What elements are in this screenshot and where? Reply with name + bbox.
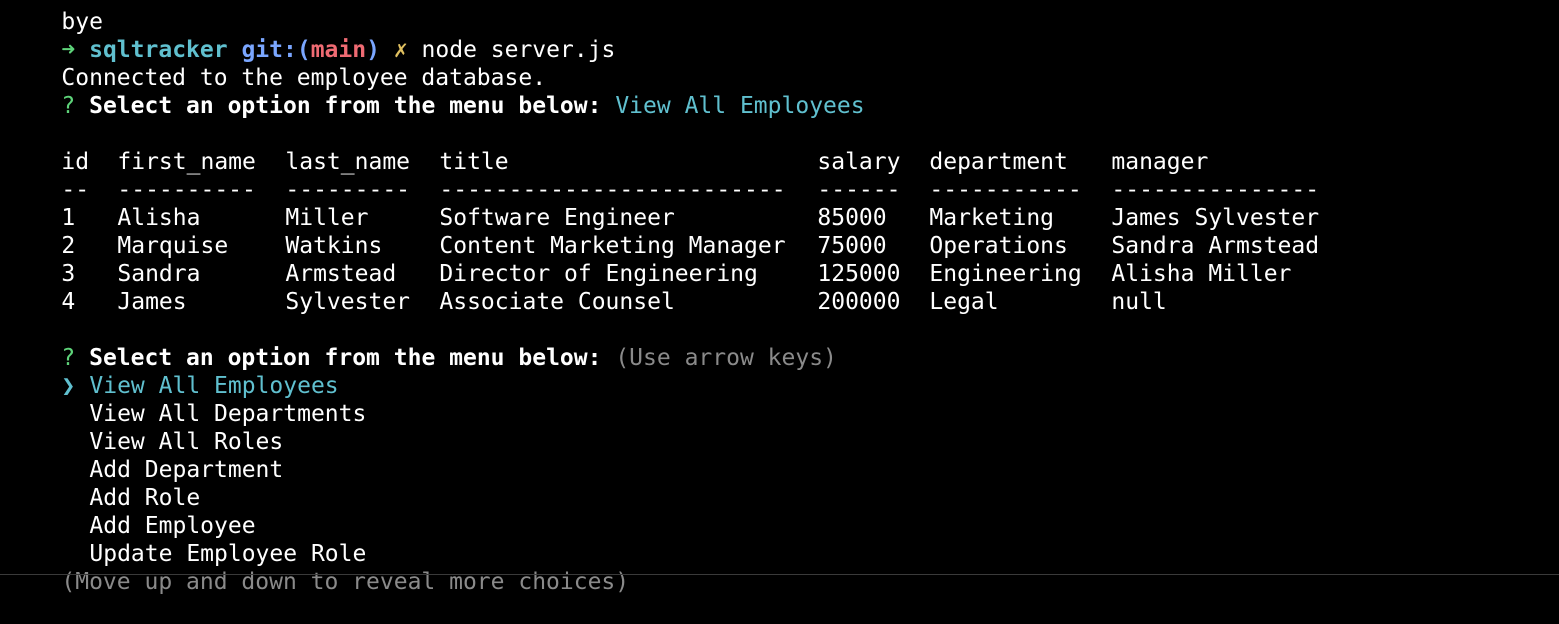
header-id: id bbox=[61, 149, 90, 175]
prompt-arrow-icon: ➜ bbox=[61, 37, 76, 63]
cell-department: Operations bbox=[929, 233, 1068, 259]
selection-pointer-icon: ❯ bbox=[61, 373, 76, 399]
question-text: Select an option from the menu below: bbox=[89, 345, 602, 371]
menu-item-label: Update Employee Role bbox=[89, 541, 367, 567]
prompt-directory: sqltracker bbox=[89, 37, 228, 63]
separator-last-name: --------- bbox=[285, 177, 411, 203]
header-department: department bbox=[929, 149, 1068, 175]
menu-item-label: View All Roles bbox=[89, 429, 284, 455]
menu-item-label: Add Department bbox=[89, 457, 284, 483]
shell-prompt-line: ➜ sqltracker git:(main) ✗ node server.js bbox=[6, 8, 1546, 63]
bottom-divider bbox=[0, 574, 1559, 575]
question-mark-icon: ? bbox=[61, 93, 76, 119]
header-manager: manager bbox=[1111, 149, 1209, 175]
menu-item-label: Add Employee bbox=[89, 513, 256, 539]
cell-title: Associate Counsel bbox=[439, 289, 675, 315]
cell-first-name: James bbox=[117, 289, 187, 315]
separator-salary: ------ bbox=[817, 177, 901, 203]
cell-department: Marketing bbox=[929, 205, 1055, 231]
second-question-line: ? Select an option from the menu below: … bbox=[6, 316, 1546, 371]
menu-item-label: Add Role bbox=[89, 485, 201, 511]
table-header-row: id first_name last_name title salary departme… bbox=[6, 120, 1546, 175]
menu-item-label: View All Employees bbox=[89, 373, 339, 399]
cell-last-name: Armstead bbox=[285, 261, 397, 287]
separator-department: ----------- bbox=[929, 177, 1082, 203]
separator-title: ------------------------- bbox=[439, 177, 786, 203]
first-answer: View All Employees bbox=[615, 93, 865, 119]
cell-manager: Alisha Miller bbox=[1111, 261, 1292, 287]
header-salary: salary bbox=[817, 149, 901, 175]
cell-id: 3 bbox=[61, 261, 76, 287]
cell-title: Software Engineer bbox=[439, 205, 675, 231]
connection-message-text: Connected to the employee database. bbox=[61, 65, 547, 91]
cell-manager: null bbox=[1111, 289, 1167, 315]
cell-first-name: Marquise bbox=[117, 233, 229, 259]
cell-salary: 125000 bbox=[817, 261, 901, 287]
separator-id: -- bbox=[61, 177, 90, 203]
cell-id: 4 bbox=[61, 289, 76, 315]
cell-first-name: Sandra bbox=[117, 261, 201, 287]
header-last-name: last_name bbox=[285, 149, 411, 175]
git-branch: main bbox=[310, 37, 367, 63]
cell-last-name: Miller bbox=[285, 205, 369, 231]
menu-item-add-employee[interactable]: Add Employee bbox=[6, 484, 1546, 539]
cell-salary: 85000 bbox=[817, 205, 887, 231]
more-choices-hint-text: (Move up and down to reveal more choices… bbox=[61, 569, 630, 595]
separator-first-name: ---------- bbox=[117, 177, 256, 203]
cell-title: Content Marketing Manager bbox=[439, 233, 786, 259]
arrow-keys-hint: (Use arrow keys) bbox=[615, 345, 837, 371]
cell-manager: Sandra Armstead bbox=[1111, 233, 1320, 259]
cell-title: Director of Engineering bbox=[439, 261, 758, 287]
cell-department: Engineering bbox=[929, 261, 1082, 287]
previous-output-text: bye bbox=[61, 9, 103, 35]
previous-output-line: bye bbox=[6, 0, 1546, 35]
cell-id: 2 bbox=[61, 233, 76, 259]
cell-first-name: Alisha bbox=[117, 205, 201, 231]
cell-salary: 200000 bbox=[817, 289, 901, 315]
header-title: title bbox=[439, 149, 509, 175]
cell-manager: James Sylvester bbox=[1111, 205, 1320, 231]
cell-department: Legal bbox=[929, 289, 999, 315]
cell-salary: 75000 bbox=[817, 233, 887, 259]
cell-last-name: Watkins bbox=[285, 233, 383, 259]
cell-id: 1 bbox=[61, 205, 76, 231]
header-first-name: first_name bbox=[117, 149, 256, 175]
shell-command: node server.js bbox=[421, 37, 616, 63]
git-dirty-icon: ✗ bbox=[393, 37, 408, 63]
cell-last-name: Sylvester bbox=[285, 289, 411, 315]
separator-manager: --------------- bbox=[1111, 177, 1320, 203]
question-text: Select an option from the menu below: bbox=[89, 93, 602, 119]
git-prefix: git:( bbox=[241, 37, 311, 63]
terminal-window[interactable]: bye ➜ sqltracker git:(main) ✗ node serve… bbox=[6, 0, 1546, 595]
git-suffix: ) bbox=[366, 37, 380, 63]
menu-item-label: View All Departments bbox=[89, 401, 367, 427]
question-mark-icon: ? bbox=[61, 345, 76, 371]
